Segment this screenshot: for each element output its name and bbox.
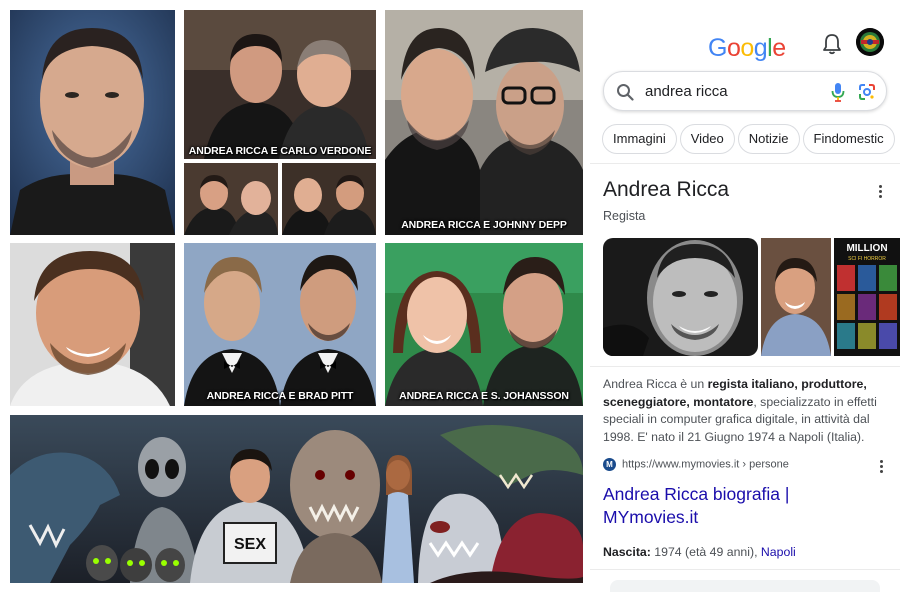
caption-pitt: ANDREA RICCA E BRAD PITT bbox=[206, 390, 354, 402]
account-avatar[interactable] bbox=[856, 28, 884, 56]
photo-with-s-johansson[interactable]: ANDREA RICCA E S. JOHANSSON bbox=[385, 243, 583, 406]
pitt-image bbox=[184, 243, 376, 406]
logo-letter-o2: o bbox=[740, 34, 754, 62]
entity-description: Andrea Ricca è un regista italiano, prod… bbox=[603, 376, 885, 446]
entity-image-3-graphic: MILLION SCI FI HORROR bbox=[834, 238, 900, 356]
source-attribution[interactable]: Mhttps://www.mymovies.it › persone bbox=[603, 458, 789, 472]
divider bbox=[590, 366, 900, 367]
photo-with-johnny-depp[interactable]: ANDREA RICCA E JOHNNY DEPP bbox=[385, 10, 583, 235]
birth-info: Nascita: 1974 (età 49 anni), Napoli bbox=[603, 545, 796, 559]
search-box[interactable]: andrea ricca bbox=[603, 71, 887, 111]
photo-collage: ANDREA RICCA E CARLO VERDONE ANDREA RICC… bbox=[0, 0, 590, 592]
search-filter-chips: Immagini Video Notizie Findomestic bbox=[602, 124, 898, 154]
chip-news[interactable]: Notizie bbox=[737, 124, 800, 154]
google-logo[interactable]: Google bbox=[708, 34, 786, 63]
entity-image-3[interactable]: MILLION SCI FI HORROR bbox=[834, 238, 900, 356]
google-knowledge-panel: Google andrea ricca Immagini Video Notiz… bbox=[590, 0, 900, 592]
notifications-bell-icon[interactable] bbox=[822, 33, 842, 55]
chip-video[interactable]: Video bbox=[679, 124, 735, 154]
source-more-options-icon[interactable] bbox=[880, 460, 884, 474]
mymovies-favicon-icon: M bbox=[603, 458, 616, 471]
description-text-1: Andrea Ricca è un bbox=[603, 377, 708, 391]
google-lens-camera-icon[interactable] bbox=[858, 83, 876, 101]
caption-verdone: ANDREA RICCA E CARLO VERDONE bbox=[188, 145, 372, 157]
birth-value: 1974 (età 49 anni), bbox=[650, 545, 761, 559]
depp-image bbox=[385, 10, 583, 235]
verdone-image bbox=[184, 10, 376, 159]
smiling-portrait-image bbox=[10, 243, 175, 406]
portrait-photo[interactable] bbox=[10, 10, 175, 235]
search-query[interactable]: andrea ricca bbox=[645, 83, 728, 100]
next-result-card-edge bbox=[610, 580, 880, 592]
divider bbox=[590, 569, 900, 570]
entity-image-2-graphic bbox=[761, 238, 831, 356]
smiling-portrait-photo[interactable] bbox=[10, 243, 175, 406]
creature-banner-image: SEX bbox=[10, 415, 583, 583]
small-image-2 bbox=[282, 163, 376, 235]
small-image-1 bbox=[184, 163, 278, 235]
source-url: https://www.mymovies.it › persone bbox=[622, 458, 789, 471]
photo-small-1[interactable] bbox=[184, 163, 278, 235]
poster-subtitle: SCI FI HORROR bbox=[848, 256, 886, 262]
logo-letter-g: G bbox=[708, 34, 727, 62]
logo-letter-e: e bbox=[772, 34, 786, 62]
account-avatar-icon bbox=[856, 28, 884, 56]
photo-with-brad-pitt[interactable]: ANDREA RICCA E BRAD PITT bbox=[184, 243, 376, 406]
search-icon[interactable] bbox=[616, 83, 634, 101]
entity-image-1-graphic bbox=[603, 238, 758, 356]
creature-banner-photo[interactable]: SEX bbox=[10, 415, 583, 583]
entity-more-options-icon[interactable] bbox=[879, 185, 883, 199]
portrait-image bbox=[10, 10, 175, 235]
logo-letter-g2: g bbox=[753, 34, 768, 62]
photo-with-carlo-verdone[interactable]: ANDREA RICCA E CARLO VERDONE bbox=[184, 10, 376, 159]
johansson-image bbox=[385, 243, 583, 406]
caption-johansson: ANDREA RICCA E S. JOHANSSON bbox=[399, 390, 569, 402]
chip-findomestic[interactable]: Findomestic bbox=[802, 124, 895, 154]
caption-depp: ANDREA RICCA E JOHNNY DEPP bbox=[401, 219, 567, 231]
entity-image-2[interactable] bbox=[761, 238, 831, 356]
logo-letter-o1: o bbox=[726, 34, 741, 62]
mymovies-biography-link[interactable]: Andrea Ricca biografia | MYmovies.it bbox=[603, 483, 853, 529]
entity-subtitle: Regista bbox=[603, 209, 646, 223]
divider bbox=[590, 163, 900, 164]
entity-image-strip: MILLION SCI FI HORROR bbox=[603, 238, 900, 356]
photo-small-2[interactable] bbox=[282, 163, 376, 235]
entity-image-1[interactable] bbox=[603, 238, 758, 356]
poster-title: MILLION bbox=[846, 243, 887, 254]
entity-title: Andrea Ricca bbox=[603, 178, 730, 201]
birthplace-link[interactable]: Napoli bbox=[761, 545, 796, 559]
banner-sign-text: SEX bbox=[234, 536, 266, 553]
voice-search-mic-icon[interactable] bbox=[830, 82, 846, 102]
birth-label: Nascita: bbox=[603, 545, 651, 559]
chip-images[interactable]: Immagini bbox=[602, 124, 677, 154]
